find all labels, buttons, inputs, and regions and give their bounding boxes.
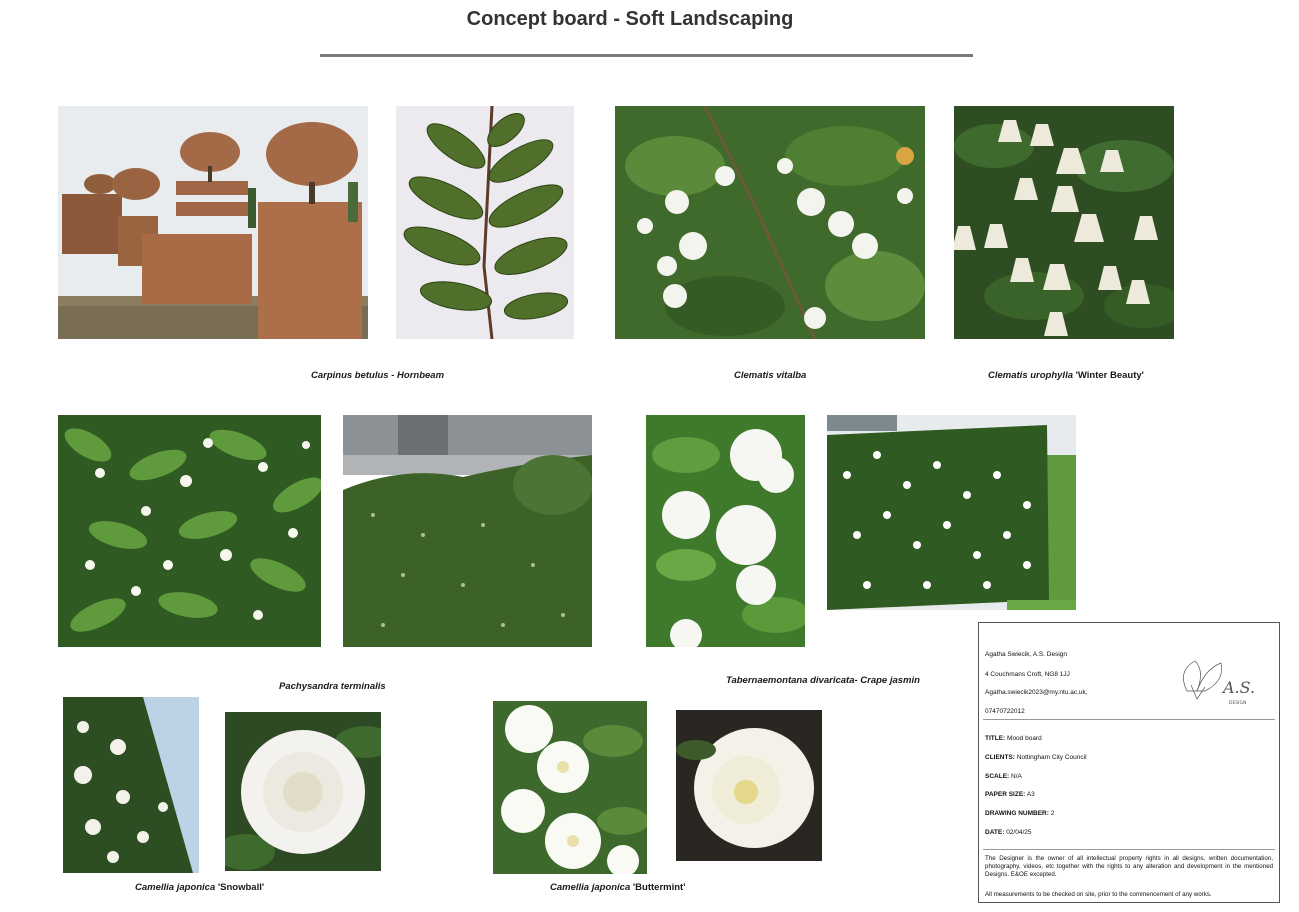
tb-paper-size-row: PAPER SIZE: A3 — [985, 791, 1035, 798]
pachysandra-closeup-photo — [58, 415, 321, 647]
clematis-vitalba-photo — [615, 106, 925, 339]
hornbeam-topiary-photo — [58, 106, 368, 339]
camellia-snowball-flower-photo — [225, 712, 381, 871]
camellia-snowball-shrub-photo — [63, 697, 199, 873]
drawing-title-block: Agatha Swiecik, A.S. Design 4 Couchmans … — [978, 622, 1280, 903]
designer-phone: 07470722012 — [985, 708, 1025, 715]
crape-jasmine-hedge-photo — [827, 415, 1076, 610]
as-design-logo: A.S. DESIGN — [1175, 651, 1259, 707]
caption-pachysandra: Pachysandra terminalis — [279, 681, 386, 692]
caption-hornbeam: Carpinus betulus - Hornbeam — [311, 370, 445, 381]
copyright-notice: The Designer is the owner of all intelle… — [985, 855, 1273, 878]
tb-scale-row: SCALE: N/A — [985, 773, 1022, 780]
caption-clematis-vitalba: Clematis vitalba — [734, 370, 807, 381]
designer-name: Agatha Swiecik, A.S. Design — [985, 651, 1068, 658]
title-divider — [320, 54, 973, 57]
page-title: Concept board - Soft Landscaping — [466, 8, 794, 30]
pachysandra-groundcover-photo — [343, 415, 592, 647]
camellia-buttermint-cluster-photo — [493, 701, 647, 874]
tb-clients-row: CLIENTS: Nottingham City Council — [985, 754, 1087, 761]
hornbeam-leaf-photo — [396, 106, 574, 339]
designer-email: Agatha.swiecik2023@my.ntu.ac.uk, — [985, 689, 1088, 696]
caption-camellia-snowball: Camellia japonica 'Snowball' — [135, 882, 265, 893]
clematis-urophylla-photo — [954, 106, 1174, 339]
tb-drawing-number-row: DRAWING NUMBER: 2 — [985, 810, 1055, 817]
measurement-footnote: All measurements to be checked on site, … — [985, 891, 1212, 898]
tb-title-row: TITLE: Mood board — [985, 735, 1042, 742]
tb-date-row: DATE: 02/04/25 — [985, 829, 1032, 836]
caption-clematis-urophylla: Clematis urophylla 'Winter Beauty' — [988, 370, 1144, 381]
svg-text:A.S.: A.S. — [1221, 678, 1255, 697]
crape-jasmine-closeup-photo — [646, 415, 805, 647]
svg-text:DESIGN: DESIGN — [1229, 700, 1246, 706]
caption-tabernaemontana: Tabernaemontana divaricata- Crape jasmin — [726, 675, 920, 686]
designer-address: 4 Couchmans Croft, NG8 1JJ — [985, 671, 1070, 678]
camellia-buttermint-flower-photo — [676, 710, 822, 861]
caption-camellia-buttermint: Camellia japonica 'Buttermint' — [550, 882, 686, 893]
